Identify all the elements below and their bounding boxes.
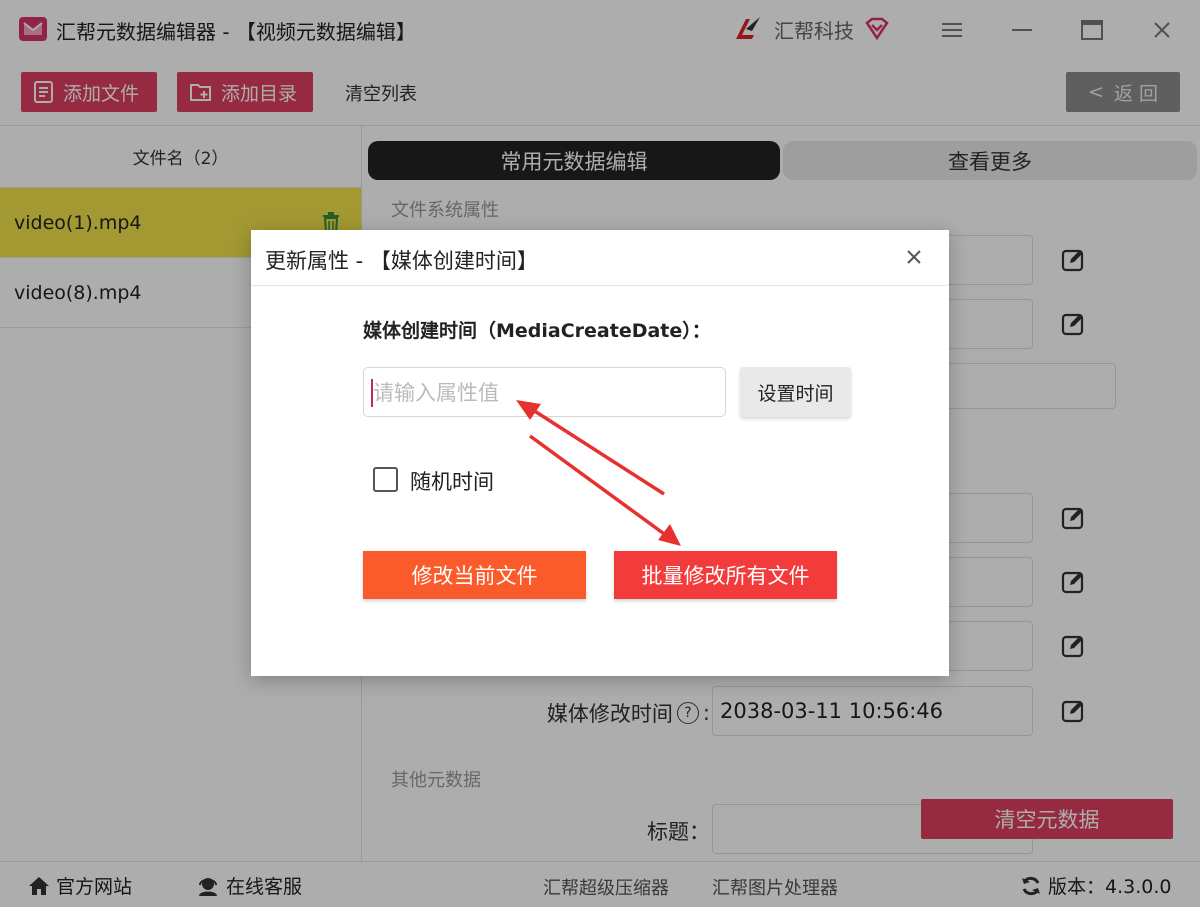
input-placeholder: 请输入属性值	[373, 381, 499, 405]
text-caret	[371, 379, 373, 407]
random-time-checkbox[interactable]	[373, 467, 398, 492]
batch-modify-all-files-button[interactable]: 批量修改所有文件	[614, 551, 837, 599]
close-icon[interactable]	[901, 244, 927, 270]
property-value-input[interactable]: 请输入属性值	[363, 367, 726, 417]
modify-current-file-button[interactable]: 修改当前文件	[363, 551, 586, 599]
dialog-header: 更新属性 - 【媒体创建时间】	[251, 230, 949, 286]
random-time-label[interactable]: 随机时间	[410, 466, 494, 496]
dialog-title: 更新属性 - 【媒体创建时间】	[265, 249, 538, 273]
media-create-date-label: 媒体创建时间（MediaCreateDate）：	[363, 320, 711, 342]
update-property-dialog: 更新属性 - 【媒体创建时间】 媒体创建时间（MediaCreateDate）：…	[251, 230, 949, 676]
set-time-button[interactable]: 设置时间	[740, 367, 851, 417]
